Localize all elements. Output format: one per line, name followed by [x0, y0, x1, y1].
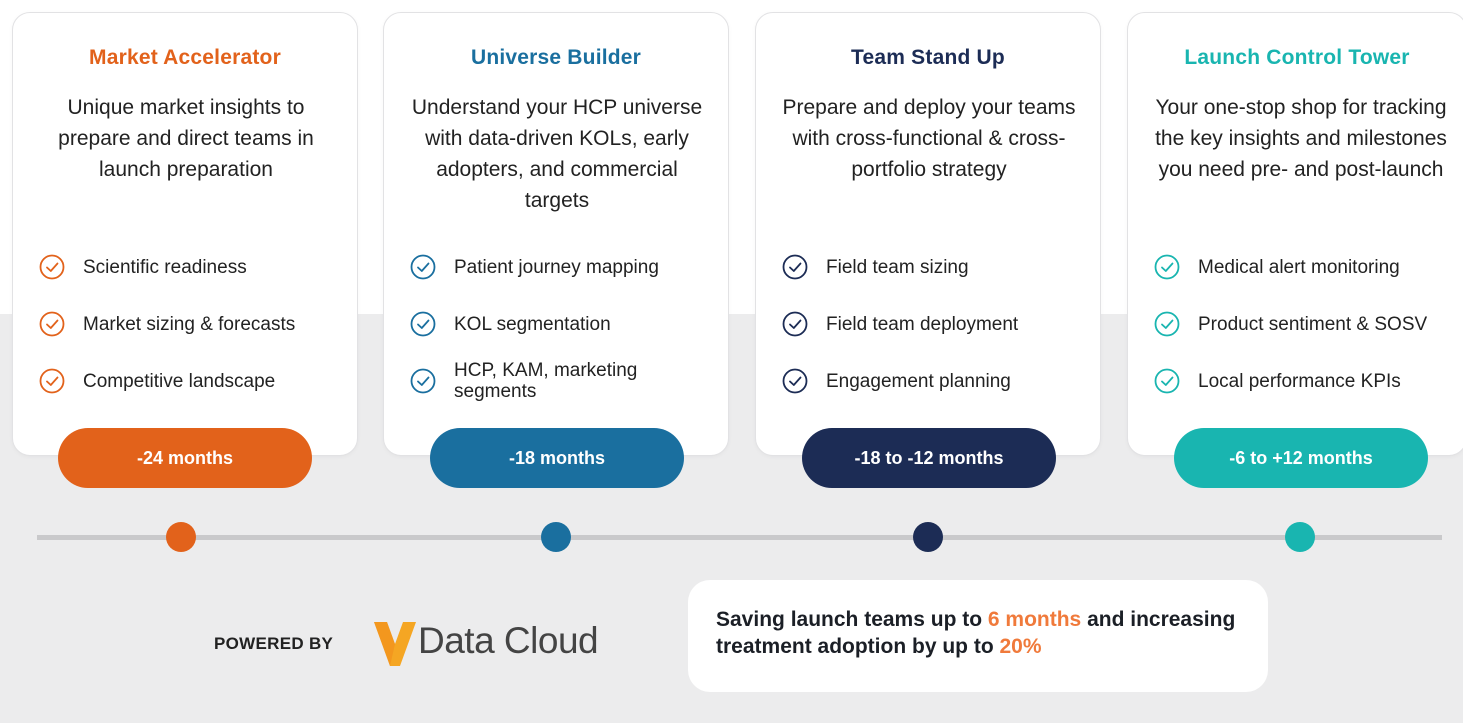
feature-label: Field team sizing	[826, 256, 969, 278]
claim-highlight: 6 months	[987, 608, 1082, 631]
card-launch-control-tower: Launch Control Tower Your one-stop shop …	[1127, 12, 1463, 456]
feature-label: Local performance KPIs	[1198, 370, 1401, 392]
check-circle-icon	[39, 368, 65, 394]
timeline-line	[37, 535, 1442, 540]
card-description: Understand your HCP universe with data-d…	[411, 96, 703, 212]
timeline-dot-market-accelerator	[166, 522, 196, 552]
card-description: Your one-stop shop for tracking the key …	[1155, 96, 1447, 181]
check-circle-icon	[782, 368, 808, 394]
v-logo-icon	[374, 622, 416, 666]
check-circle-icon	[1154, 311, 1180, 337]
check-circle-icon	[1154, 254, 1180, 280]
check-circle-icon	[39, 254, 65, 280]
check-circle-icon	[782, 254, 808, 280]
timeline-dot-universe-builder	[541, 522, 571, 552]
check-circle-icon	[39, 311, 65, 337]
timing-pill-market-accelerator: -24 months	[58, 428, 312, 488]
claim-box: Saving launch teams up to 6 months and i…	[688, 580, 1268, 692]
check-circle-icon	[410, 254, 436, 280]
card-description: Unique market insights to prepare and di…	[58, 96, 314, 181]
timing-pill-universe-builder: -18 months	[430, 428, 684, 488]
logo-text: Data Cloud	[418, 620, 599, 661]
feature-label: Product sentiment & SOSV	[1198, 313, 1428, 335]
feature-item: Market sizing & forecasts	[39, 302, 355, 346]
timeline-dot-team-stand-up	[913, 522, 943, 552]
card-universe-builder: Universe Builder Understand your HCP uni…	[383, 12, 729, 456]
feature-label: Field team deployment	[826, 313, 1019, 335]
check-circle-icon	[410, 311, 436, 337]
feature-item: Product sentiment & SOSV	[1154, 302, 1463, 346]
feature-label: Market sizing & forecasts	[83, 313, 296, 335]
feature-item: HCP, KAM, marketing segments	[410, 359, 726, 403]
feature-item: Local performance KPIs	[1154, 359, 1463, 403]
feature-label: Engagement planning	[826, 370, 1011, 392]
feature-label: Patient journey mapping	[454, 256, 659, 278]
claim-text: Saving launch teams up to	[716, 608, 988, 631]
feature-item: Patient journey mapping	[410, 245, 726, 289]
timing-pill-team-stand-up: -18 to -12 months	[802, 428, 1056, 488]
feature-label: KOL segmentation	[454, 313, 611, 335]
feature-item: KOL segmentation	[410, 302, 726, 346]
feature-item: Competitive landscape	[39, 359, 355, 403]
feature-item: Engagement planning	[782, 359, 1098, 403]
claim-highlight: 20%	[999, 635, 1042, 658]
feature-item: Field team sizing	[782, 245, 1098, 289]
card-title: Team Stand Up	[851, 46, 1005, 69]
check-circle-icon	[410, 368, 436, 394]
card-title: Universe Builder	[470, 46, 642, 69]
feature-label: Scientific readiness	[83, 256, 247, 278]
feature-label: HCP, KAM, marketing segments	[454, 360, 638, 402]
card-team-stand-up: Team Stand Up Prepare and deploy your te…	[755, 12, 1101, 456]
card-title: Market Accelerator	[89, 46, 281, 69]
timeline-dot-launch-control-tower	[1285, 522, 1315, 552]
card-market-accelerator: Market Accelerator Unique market insight…	[12, 12, 358, 456]
card-title: Launch Control Tower	[1184, 46, 1410, 69]
feature-item: Scientific readiness	[39, 245, 355, 289]
timing-pill-launch-control-tower: -6 to +12 months	[1174, 428, 1428, 488]
feature-label: Competitive landscape	[83, 370, 276, 392]
card-description: Prepare and deploy your teams with cross…	[782, 96, 1076, 181]
feature-label: Medical alert monitoring	[1198, 256, 1400, 278]
powered-by-label: POWERED BY	[214, 634, 334, 653]
feature-item: Medical alert monitoring	[1154, 245, 1463, 289]
feature-item: Field team deployment	[782, 302, 1098, 346]
check-circle-icon	[782, 311, 808, 337]
check-circle-icon	[1154, 368, 1180, 394]
